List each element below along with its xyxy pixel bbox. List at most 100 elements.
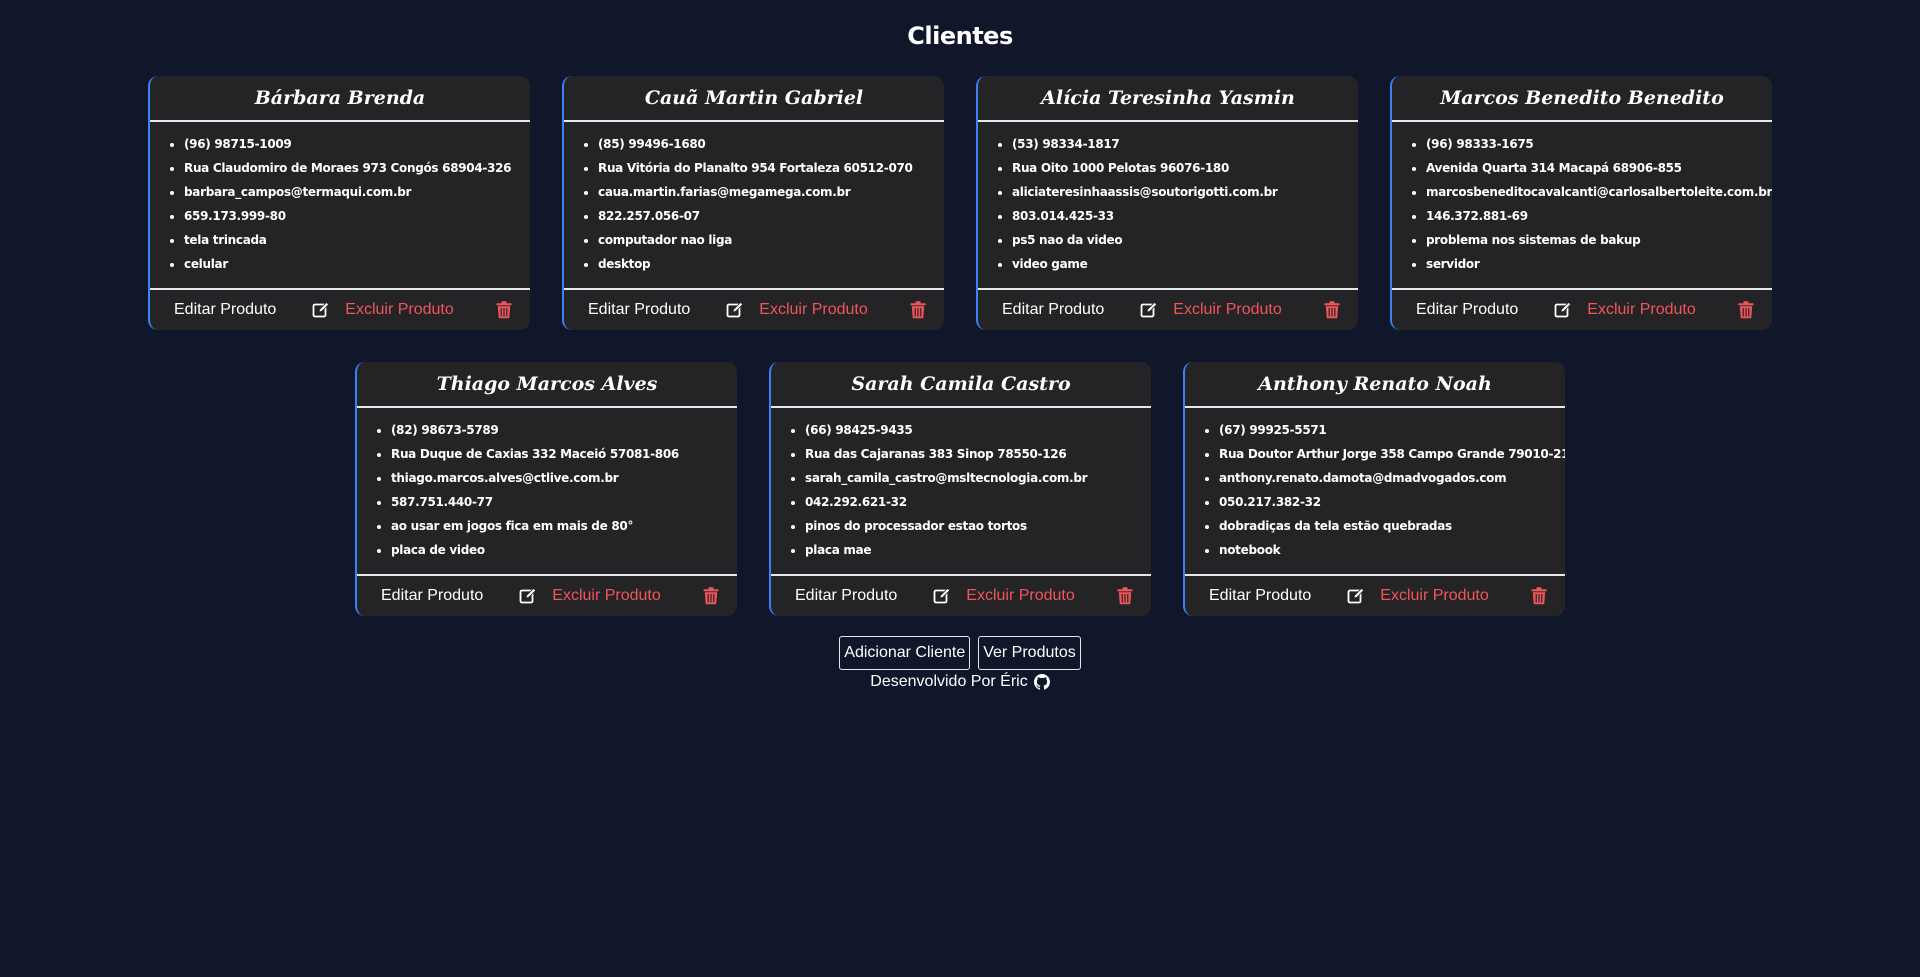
client-info-item: (96) 98715-1009 <box>184 132 520 156</box>
client-info-item: desktop <box>598 252 934 276</box>
client-info-item: servidor <box>1426 252 1762 276</box>
edit-product-button[interactable]: Editar Produto <box>1416 301 1518 319</box>
view-products-button[interactable]: Ver Produtos <box>978 636 1081 670</box>
page-title: Clientes <box>907 22 1013 50</box>
client-info-item: barbara_campos@termaqui.com.br <box>184 180 520 204</box>
edit-icon[interactable] <box>519 587 537 605</box>
card-actions: Editar Produto Excluir Produto <box>564 290 944 330</box>
client-info-list: (67) 99925-5571Rua Doutor Arthur Jorge 3… <box>1185 408 1565 576</box>
delete-product-button[interactable]: Excluir Produto <box>1380 587 1489 605</box>
client-info-item: (85) 99496-1680 <box>598 132 934 156</box>
card-actions: Editar Produto Excluir Produto <box>771 576 1151 616</box>
client-info-item: 146.372.881-69 <box>1426 204 1762 228</box>
client-name: Sarah Camila Castro <box>771 362 1151 408</box>
client-info-list: (96) 98715-1009Rua Claudomiro de Moraes … <box>150 122 530 290</box>
card-actions: Editar Produto Excluir Produto <box>978 290 1358 330</box>
client-info-item: (53) 98334-1817 <box>1012 132 1348 156</box>
client-info-item: Rua Claudomiro de Moraes 973 Congós 6890… <box>184 156 520 180</box>
edit-icon[interactable] <box>1347 587 1365 605</box>
edit-icon[interactable] <box>726 301 744 319</box>
delete-product-button[interactable]: Excluir Produto <box>759 301 868 319</box>
client-card: Cauã Martin Gabriel (85) 99496-1680Rua V… <box>562 76 944 330</box>
edit-product-button[interactable]: Editar Produto <box>1002 301 1104 319</box>
trash-icon[interactable] <box>1531 587 1547 605</box>
client-info-item: pinos do processador estao tortos <box>805 514 1141 538</box>
trash-icon[interactable] <box>703 587 719 605</box>
client-info-item: aliciateresinhaassis@soutorigotti.com.br <box>1012 180 1348 204</box>
edit-icon[interactable] <box>933 587 951 605</box>
client-info-item: computador nao liga <box>598 228 934 252</box>
client-info-item: 050.217.382-32 <box>1219 490 1555 514</box>
client-info-item: Rua Duque de Caxias 332 Maceió 57081-806 <box>391 442 727 466</box>
client-info-item: Rua das Cajaranas 383 Sinop 78550-126 <box>805 442 1141 466</box>
trash-icon[interactable] <box>1738 301 1754 319</box>
client-info-item: ps5 nao da video <box>1012 228 1348 252</box>
footer: Desenvolvido Por Éric <box>0 673 1920 691</box>
delete-product-button[interactable]: Excluir Produto <box>966 587 1075 605</box>
client-info-item: dobradiças da tela estão quebradas <box>1219 514 1555 538</box>
edit-icon[interactable] <box>312 301 330 319</box>
client-cards: Bárbara Brenda (96) 98715-1009Rua Claudo… <box>110 76 1810 616</box>
client-info-item: caua.martin.farias@megamega.com.br <box>598 180 934 204</box>
client-info-item: placa mae <box>805 538 1141 562</box>
client-info-item: Rua Vitória do Planalto 954 Fortaleza 60… <box>598 156 934 180</box>
client-info-item: 042.292.621-32 <box>805 490 1141 514</box>
client-name: Alícia Teresinha Yasmin <box>978 76 1358 122</box>
card-actions: Editar Produto Excluir Produto <box>1185 576 1565 616</box>
client-info-item: notebook <box>1219 538 1555 562</box>
edit-icon[interactable] <box>1554 301 1572 319</box>
client-info-item: 822.257.056-07 <box>598 204 934 228</box>
client-info-item: Avenida Quarta 314 Macapá 68906-855 <box>1426 156 1762 180</box>
client-info-item: 659.173.999-80 <box>184 204 520 228</box>
trash-icon[interactable] <box>1117 587 1133 605</box>
card-actions: Editar Produto Excluir Produto <box>150 290 530 330</box>
edit-product-button[interactable]: Editar Produto <box>174 301 276 319</box>
bottom-buttons: Adicionar Cliente Ver Produtos <box>0 636 1920 670</box>
client-info-item: sarah_camila_castro@msltecnologia.com.br <box>805 466 1141 490</box>
client-info-item: Rua Doutor Arthur Jorge 358 Campo Grande… <box>1219 442 1565 466</box>
card-actions: Editar Produto Excluir Produto <box>357 576 737 616</box>
client-card: Marcos Benedito Benedito (96) 98333-1675… <box>1390 76 1772 330</box>
edit-icon[interactable] <box>1140 301 1158 319</box>
card-actions: Editar Produto Excluir Produto <box>1392 290 1772 330</box>
client-info-list: (53) 98334-1817Rua Oito 1000 Pelotas 960… <box>978 122 1358 290</box>
client-info-list: (66) 98425-9435Rua das Cajaranas 383 Sin… <box>771 408 1151 576</box>
client-info-item: Rua Oito 1000 Pelotas 96076-180 <box>1012 156 1348 180</box>
delete-product-button[interactable]: Excluir Produto <box>1587 301 1696 319</box>
client-info-list: (96) 98333-1675Avenida Quarta 314 Macapá… <box>1392 122 1772 290</box>
client-name: Marcos Benedito Benedito <box>1392 76 1772 122</box>
trash-icon[interactable] <box>910 301 926 319</box>
client-info-item: problema nos sistemas de bakup <box>1426 228 1762 252</box>
footer-text: Desenvolvido Por Éric <box>870 673 1028 690</box>
client-card: Bárbara Brenda (96) 98715-1009Rua Claudo… <box>148 76 530 330</box>
edit-product-button[interactable]: Editar Produto <box>381 587 483 605</box>
delete-product-button[interactable]: Excluir Produto <box>552 587 661 605</box>
delete-product-button[interactable]: Excluir Produto <box>345 301 454 319</box>
client-name: Anthony Renato Noah <box>1185 362 1565 408</box>
client-info-list: (82) 98673-5789Rua Duque de Caxias 332 M… <box>357 408 737 576</box>
client-info-item: 587.751.440-77 <box>391 490 727 514</box>
client-info-item: video game <box>1012 252 1348 276</box>
client-name: Thiago Marcos Alves <box>357 362 737 408</box>
client-info-list: (85) 99496-1680Rua Vitória do Planalto 9… <box>564 122 944 290</box>
delete-product-button[interactable]: Excluir Produto <box>1173 301 1282 319</box>
trash-icon[interactable] <box>496 301 512 319</box>
client-info-item: celular <box>184 252 520 276</box>
edit-product-button[interactable]: Editar Produto <box>588 301 690 319</box>
trash-icon[interactable] <box>1324 301 1340 319</box>
client-card: Alícia Teresinha Yasmin (53) 98334-1817R… <box>976 76 1358 330</box>
client-name: Cauã Martin Gabriel <box>564 76 944 122</box>
client-name: Bárbara Brenda <box>150 76 530 122</box>
add-client-button[interactable]: Adicionar Cliente <box>839 636 971 670</box>
edit-product-button[interactable]: Editar Produto <box>1209 587 1311 605</box>
client-info-item: 803.014.425-33 <box>1012 204 1348 228</box>
client-info-item: (96) 98333-1675 <box>1426 132 1762 156</box>
client-info-item: tela trincada <box>184 228 520 252</box>
client-card: Sarah Camila Castro (66) 98425-9435Rua d… <box>769 362 1151 616</box>
client-info-item: thiago.marcos.alves@ctlive.com.br <box>391 466 727 490</box>
edit-product-button[interactable]: Editar Produto <box>795 587 897 605</box>
github-icon[interactable] <box>1033 674 1050 690</box>
client-info-item: anthony.renato.damota@dmadvogados.com <box>1219 466 1555 490</box>
client-card: Thiago Marcos Alves (82) 98673-5789Rua D… <box>355 362 737 616</box>
client-info-item: placa de video <box>391 538 727 562</box>
